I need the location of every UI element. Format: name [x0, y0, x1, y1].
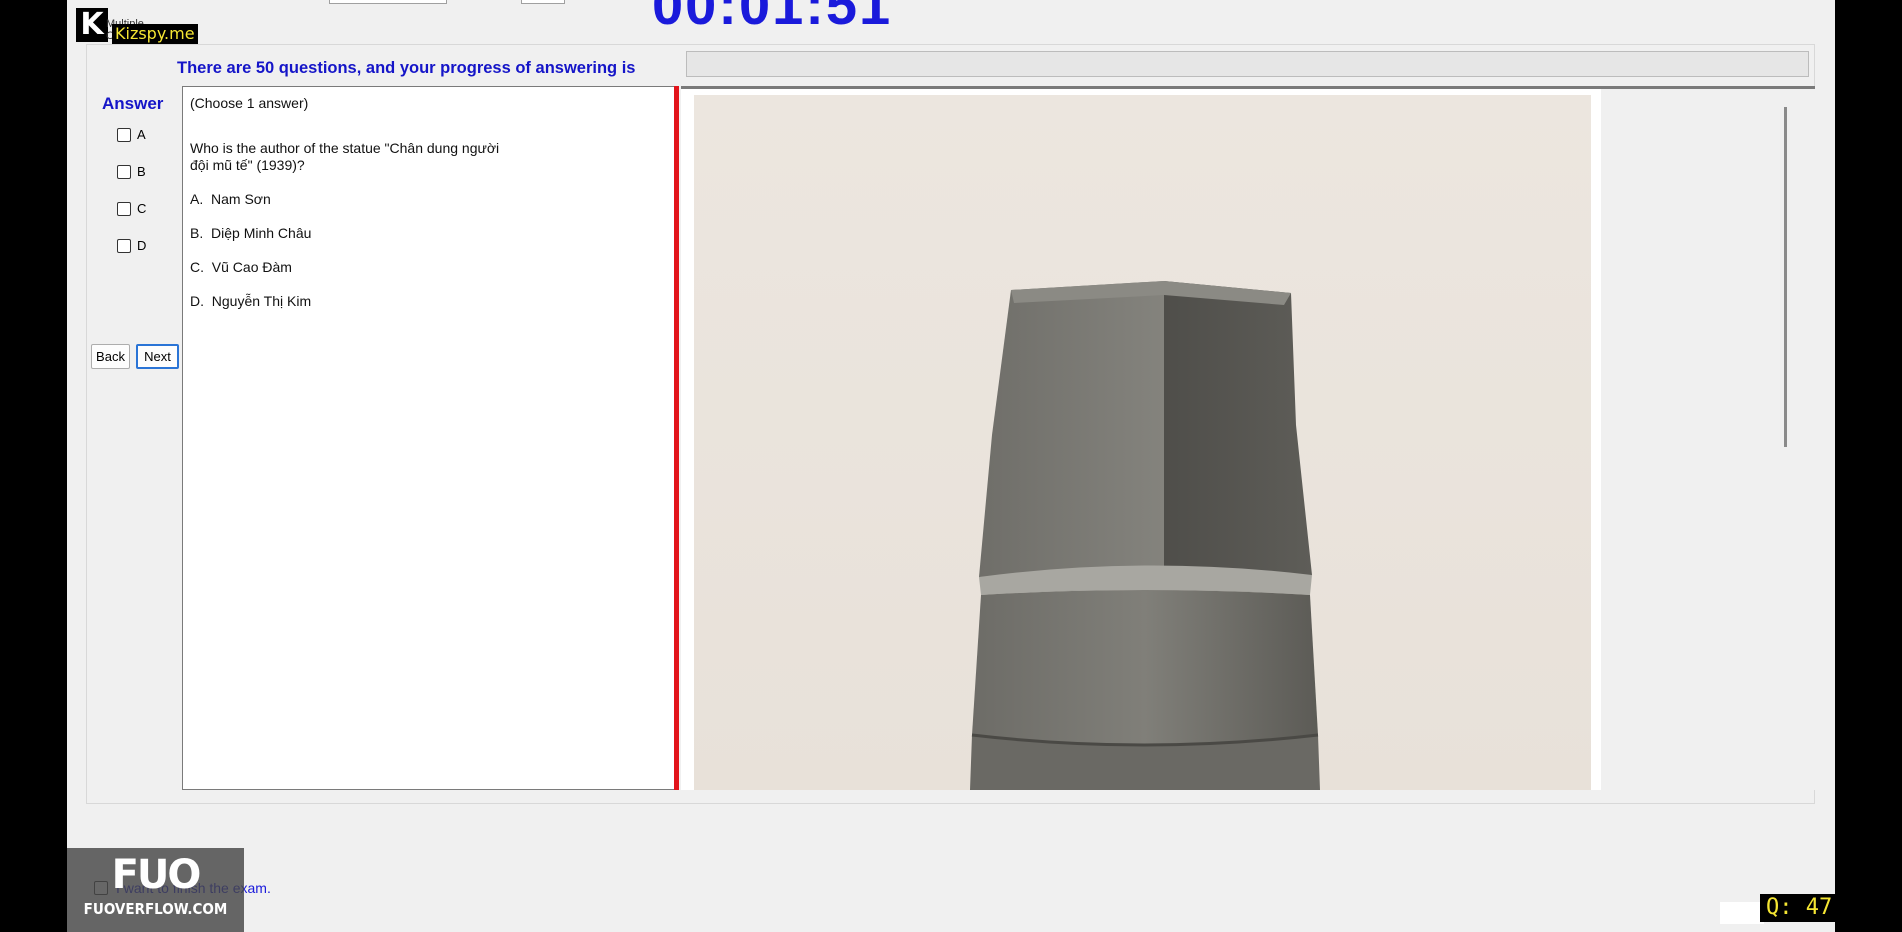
answer-title: Answer [102, 94, 164, 113]
k-logo-icon: K [76, 8, 108, 42]
progress-bar [686, 51, 1809, 77]
question-option-a: A. Nam Sơn [190, 191, 669, 208]
image-scrollbar[interactable] [1784, 107, 1787, 447]
checkbox-label-b: B [137, 164, 146, 179]
statue-image [694, 95, 1591, 790]
option-text: Nam Sơn [211, 191, 271, 207]
question-instruction: (Choose 1 answer) [190, 95, 309, 111]
option-letter: A. [190, 191, 204, 207]
progress-label: There are 50 questions, and your progres… [177, 59, 636, 77]
checkbox-box[interactable] [117, 201, 131, 216]
exam-timer: 00:01:51 [652, 0, 893, 36]
option-text: Nguyễn Thị Kim [211, 293, 312, 309]
option-text: Diệp Minh Châu [211, 225, 312, 241]
option-text: Vũ Cao Đàm [211, 259, 292, 275]
top-small-field[interactable] [521, 0, 565, 4]
counter-bg [1720, 902, 1764, 924]
image-frame [681, 89, 1601, 790]
top-combo-field[interactable] [329, 0, 447, 4]
answer-checkbox-d[interactable]: D [117, 238, 146, 253]
question-panel: (Choose 1 answer) Who is the author of t… [182, 86, 676, 790]
watermark-logo: FUO [111, 852, 202, 898]
fuoverflow-watermark: FUO FUOVERFLOW.COM [67, 848, 244, 932]
statue-illustration [970, 281, 1320, 790]
exam-window: 00:01:51 K Multiple Choices Kizspy.me Th… [67, 0, 1835, 932]
option-letter: C. [190, 259, 204, 275]
option-letter: D. [190, 293, 204, 309]
answer-checkbox-b[interactable]: B [117, 164, 146, 179]
next-button[interactable]: Next [136, 344, 179, 369]
image-viewer [681, 86, 1815, 790]
question-text: Who is the author of the statue "Chân du… [190, 140, 500, 173]
checkbox-box[interactable] [117, 164, 131, 179]
checkbox-label-c: C [137, 201, 147, 216]
answer-checkbox-a[interactable]: A [117, 127, 146, 142]
checkbox-label-d: D [137, 238, 147, 253]
panel-splitter[interactable] [674, 86, 679, 790]
question-option-c: C. Vũ Cao Đàm [190, 259, 669, 276]
answer-checkbox-c[interactable]: C [117, 201, 146, 216]
question-option-b: B. Diệp Minh Châu [190, 225, 669, 242]
checkbox-box[interactable] [117, 238, 131, 253]
watermark-text: FUOVERFLOW.COM [83, 900, 228, 918]
question-option-d: D. Nguyễn Thị Kim [190, 293, 669, 310]
logo-text: Kizspy.me [112, 24, 198, 44]
checkbox-box[interactable] [117, 127, 131, 142]
question-counter: Q: 47 [1760, 894, 1839, 922]
kizspy-logo: K Multiple Choices Kizspy.me [76, 8, 198, 44]
back-button[interactable]: Back [91, 344, 130, 369]
option-letter: B. [190, 225, 204, 241]
checkbox-label-a: A [137, 127, 146, 142]
